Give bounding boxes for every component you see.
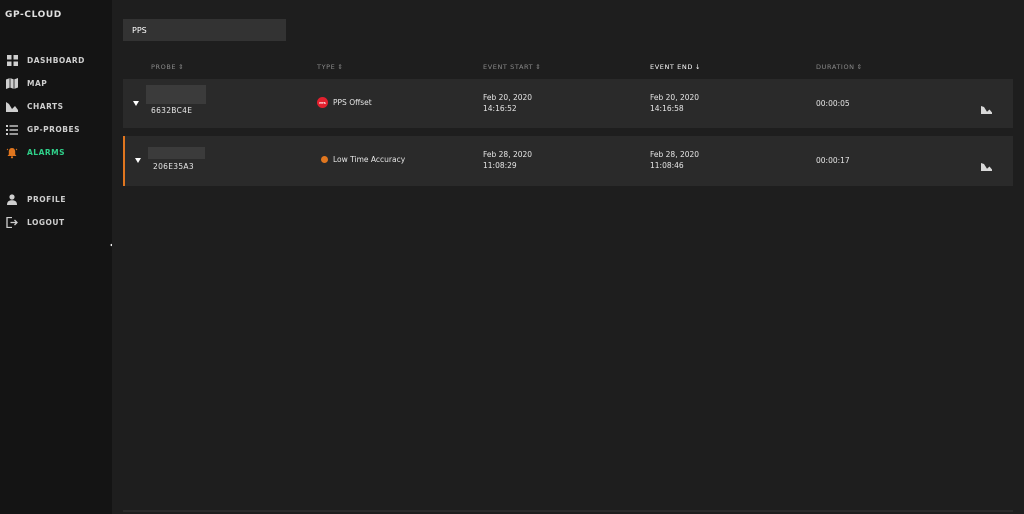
user-icon: [5, 193, 19, 207]
redacted-probe-name: [146, 85, 206, 104]
sort-icon: ⇕: [337, 63, 344, 71]
table-header: PROBE ⇕ TYPE ⇕ EVENT START ⇕ EVENT END ↓ DUR…: [123, 61, 1013, 75]
sidebar-item-label: DASHBOARD: [27, 56, 85, 65]
chart-icon[interactable]: [981, 156, 993, 171]
duration: 00:00:17: [816, 156, 850, 165]
sort-desc-icon: ↓: [694, 63, 701, 71]
sidebar-item-label: LOGOUT: [27, 218, 65, 227]
sidebar-item-map[interactable]: MAP: [0, 72, 112, 95]
column-header-event-start[interactable]: EVENT START ⇕: [483, 63, 541, 71]
sidebar-item-label: CHARTS: [27, 102, 64, 111]
sidebar-item-profile[interactable]: PROFILE: [0, 188, 112, 211]
list-icon: [5, 123, 19, 137]
event-end: Feb 28, 2020 11:08:46: [650, 150, 700, 170]
probe-id: 6632BC4E: [151, 106, 193, 115]
column-header-event-end[interactable]: EVENT END ↓: [650, 63, 701, 71]
event-start: Feb 20, 2020 14:16:52: [483, 93, 533, 113]
table-footer-divider: [123, 510, 1013, 512]
sidebar-divider: [0, 164, 112, 188]
sidebar-item-label: GP-PROBES: [27, 125, 81, 134]
probe-id: 206E35A3: [153, 162, 194, 171]
sidebar-item-logout[interactable]: LOGOUT: [0, 211, 112, 234]
sort-icon: ⇕: [535, 63, 542, 71]
sidebar-item-alarms[interactable]: ALARMS: [0, 141, 112, 164]
alarm-type-label: PPS Offset: [333, 98, 372, 107]
sidebar-item-dashboard[interactable]: DASHBOARD: [0, 49, 112, 72]
alarms-panel: PROBE⇕ TYPE⇕ EVENT START⇕ EVENT END↓ DUR…: [112, 0, 1024, 514]
duration: 00:00:05: [816, 99, 850, 108]
sort-icon: ⇕: [856, 63, 863, 71]
expand-caret-icon[interactable]: [135, 158, 141, 163]
pps-badge-icon: PPS: [317, 97, 328, 108]
sort-icon: ⇕: [178, 63, 185, 71]
sidebar-item-label: MAP: [27, 79, 48, 88]
chart-icon[interactable]: [981, 99, 993, 114]
expand-caret-icon[interactable]: [133, 101, 139, 106]
status-dot-icon: [321, 156, 328, 163]
sidebar-item-label: PROFILE: [27, 195, 66, 204]
alarm-type-label: Low Time Accuracy: [333, 155, 406, 164]
sidebar: GP-CLOUD DASHBOARD MAP CHARTS GP-PROBES …: [0, 0, 118, 514]
sidebar-item-charts[interactable]: CHARTS: [0, 95, 112, 118]
alarm-type: PPS PPS Offset: [317, 97, 372, 108]
event-end: Feb 20, 2020 14:16:58: [650, 93, 700, 113]
area-chart-icon: [5, 100, 19, 114]
column-header-probe[interactable]: PROBE ⇕: [151, 63, 184, 71]
map-icon: [5, 77, 19, 91]
table-row[interactable]: 206E35A3 Low Time Accuracy Feb 28, 2020 …: [123, 136, 1013, 186]
event-start: Feb 28, 2020 11:08:29: [483, 150, 533, 170]
sidebar-item-gp-probes[interactable]: GP-PROBES: [0, 118, 112, 141]
bell-icon: [5, 146, 19, 160]
column-header-type[interactable]: TYPE ⇕: [317, 63, 343, 71]
logout-icon: [5, 216, 19, 230]
sidebar-item-label: ALARMS: [27, 148, 66, 157]
app-logo-text: GP-CLOUD: [5, 10, 62, 20]
column-header-duration[interactable]: DURATION ⇕: [816, 63, 863, 71]
search-input[interactable]: [123, 19, 286, 41]
sidebar-nav: DASHBOARD MAP CHARTS GP-PROBES ALARMS PR…: [0, 49, 112, 234]
table-row[interactable]: 6632BC4E PPS PPS Offset Feb 20, 2020 14:…: [123, 79, 1013, 128]
app-root: GP-CLOUD DASHBOARD MAP CHARTS GP-PROBES …: [0, 0, 1024, 514]
dashboard-icon: [5, 54, 19, 68]
redacted-probe-name: [148, 147, 205, 159]
alarm-type: Low Time Accuracy: [319, 155, 405, 164]
